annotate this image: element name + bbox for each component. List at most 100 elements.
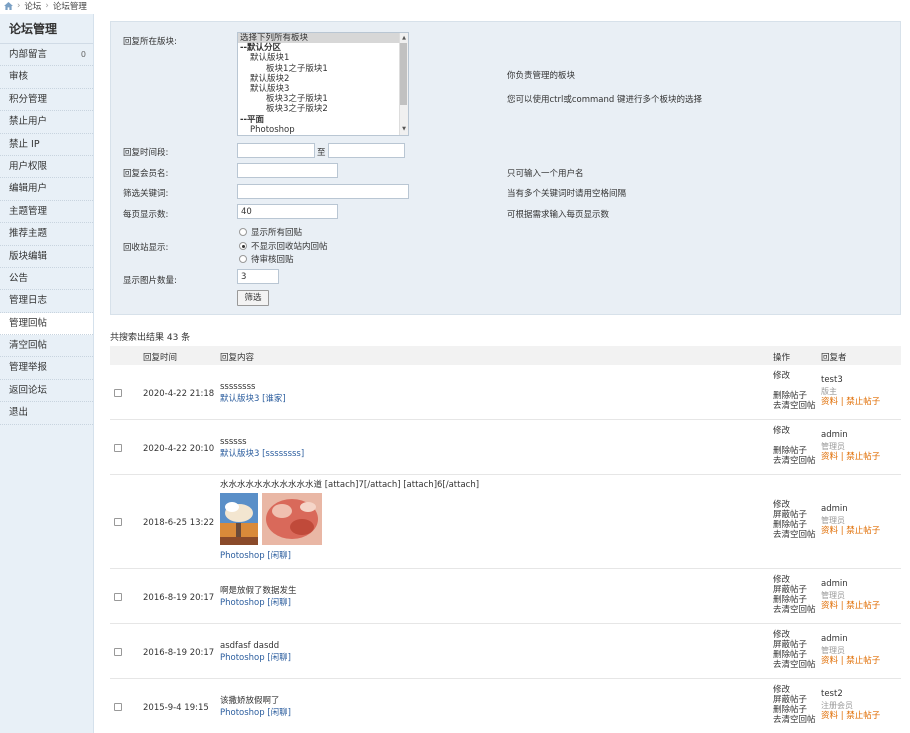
ban-post-link[interactable]: 禁止帖子 — [846, 452, 880, 462]
sidebar-item-credits[interactable]: 积分管理 — [0, 89, 93, 112]
reply-text[interactable]: ssssssss — [220, 382, 286, 393]
clear-reply-link[interactable]: 去清空回帖 — [773, 530, 816, 540]
sidebar-item-messages[interactable]: 内部留言 0 — [0, 44, 93, 67]
sidebar-item-clear-replies[interactable]: 清空回帖 — [0, 335, 93, 358]
reply-text[interactable]: 水水水水水水水水水水水道 [attach]7[/attach] [attach]… — [220, 480, 479, 491]
forum-select[interactable]: 选择下列所有板块 --默认分区 默认版块1 板块1之子版块1 默认版块2 默认版… — [237, 32, 409, 136]
reply-forum-link[interactable]: Photoshop [闲聊] — [220, 550, 479, 562]
sidebar-item-ban-ip[interactable]: 禁止 IP — [0, 134, 93, 156]
delete-post-link[interactable]: 删除帖子 — [773, 595, 816, 605]
scroll-thumb[interactable] — [400, 43, 407, 105]
sidebar-item-edit-user[interactable]: 编辑用户 — [0, 178, 93, 201]
sidebar-item-announce[interactable]: 公告 — [0, 268, 93, 291]
block-post-link[interactable]: 屏蔽帖子 — [773, 695, 816, 705]
breadcrumb-forum[interactable]: 论坛 — [24, 0, 41, 12]
ban-post-link[interactable]: 禁止帖子 — [846, 397, 880, 407]
row-checkbox[interactable] — [114, 444, 122, 452]
forum-option[interactable]: 默认版块3 — [238, 84, 408, 94]
time-start-input[interactable] — [237, 143, 315, 158]
delete-post-link[interactable]: 删除帖子 — [773, 391, 816, 401]
reply-text[interactable]: 啊是放假了数据发生 — [220, 586, 297, 597]
profile-link[interactable]: 资料 — [821, 526, 838, 536]
user-name[interactable]: test2 — [821, 689, 880, 700]
member-input[interactable] — [237, 163, 338, 178]
forum-option[interactable]: 选择下列所有板块 — [238, 33, 408, 44]
reply-forum-link[interactable]: 默认版块3 [ssssssss] — [220, 449, 304, 459]
edit-link[interactable]: 修改 — [773, 685, 816, 695]
sidebar-item-replies[interactable]: 管理回帖 — [0, 312, 93, 336]
ban-post-link[interactable]: 禁止帖子 — [846, 526, 880, 536]
profile-link[interactable]: 资料 — [821, 397, 838, 407]
clear-reply-link[interactable]: 去清空回帖 — [773, 715, 816, 725]
forum-option[interactable]: 板块3之子版块2 — [238, 104, 408, 114]
reply-text[interactable]: asdfasf dasdd — [220, 641, 291, 652]
scroll-down-icon[interactable]: ▼ — [402, 126, 406, 132]
delete-post-link[interactable]: 删除帖子 — [773, 446, 816, 456]
reply-forum-link[interactable]: Photoshop [闲聊] — [220, 598, 291, 608]
reply-forum-link[interactable]: 默认版块3 [谁家] — [220, 394, 286, 404]
sidebar-item-recommend[interactable]: 推荐主题 — [0, 223, 93, 246]
delete-post-link[interactable]: 删除帖子 — [773, 705, 816, 715]
sidebar-item-logs[interactable]: 管理日志 — [0, 290, 93, 313]
sidebar-item-threads[interactable]: 主题管理 — [0, 201, 93, 224]
user-name[interactable]: admin — [821, 579, 880, 590]
ban-post-link[interactable]: 禁止帖子 — [846, 656, 880, 666]
forum-option[interactable]: 默认版块2 — [238, 74, 408, 84]
scroll-up-icon[interactable]: ▲ — [402, 35, 406, 41]
image-count-input[interactable]: 3 — [237, 269, 279, 284]
sidebar-item-back[interactable]: 返回论坛 — [0, 380, 93, 403]
radio-button[interactable] — [239, 242, 247, 250]
user-name[interactable]: admin — [821, 504, 880, 515]
recycle-option-exclude[interactable]: 不显示回收站内回帖 — [239, 240, 328, 252]
profile-link[interactable]: 资料 — [821, 711, 838, 721]
ban-post-link[interactable]: 禁止帖子 — [846, 711, 880, 721]
recycle-option-pending[interactable]: 待审核回贴 — [239, 253, 294, 265]
row-checkbox[interactable] — [114, 648, 122, 656]
sidebar-item-moderate[interactable]: 审核 — [0, 66, 93, 89]
profile-link[interactable]: 资料 — [821, 601, 838, 611]
row-checkbox[interactable] — [114, 518, 122, 526]
edit-link[interactable]: 修改 — [773, 630, 816, 640]
edit-link[interactable]: 修改 — [773, 371, 816, 381]
reply-text[interactable]: 该撒娇放假啊了 — [220, 696, 291, 707]
block-post-link[interactable]: 屏蔽帖子 — [773, 640, 816, 650]
attachment-image[interactable] — [262, 493, 322, 545]
reply-forum-link[interactable]: Photoshop [闲聊] — [220, 708, 291, 718]
reply-text[interactable]: ssssss — [220, 437, 304, 448]
perpage-input[interactable]: 40 — [237, 204, 338, 219]
delete-post-link[interactable]: 删除帖子 — [773, 520, 816, 530]
user-name[interactable]: admin — [821, 634, 880, 645]
delete-post-link[interactable]: 删除帖子 — [773, 650, 816, 660]
radio-button[interactable] — [239, 255, 247, 263]
recycle-option-all[interactable]: 显示所有回贴 — [239, 226, 302, 238]
forum-option[interactable]: --默认分区 — [238, 43, 408, 53]
clear-reply-link[interactable]: 去清空回帖 — [773, 605, 816, 615]
forum-option[interactable]: 板块1之子版块1 — [238, 64, 408, 74]
clear-reply-link[interactable]: 去清空回帖 — [773, 401, 816, 411]
filter-submit-button[interactable]: 筛选 — [237, 290, 269, 306]
user-name[interactable]: test3 — [821, 375, 880, 386]
keyword-input[interactable] — [237, 184, 409, 199]
row-checkbox[interactable] — [114, 389, 122, 397]
profile-link[interactable]: 资料 — [821, 656, 838, 666]
attachment-image[interactable] — [220, 493, 258, 545]
radio-button[interactable] — [239, 228, 247, 236]
sidebar-item-logout[interactable]: 退出 — [0, 402, 93, 425]
home-icon[interactable] — [4, 2, 13, 10]
forum-option[interactable]: 板块3之子版块1 — [238, 94, 408, 104]
clear-reply-link[interactable]: 去清空回帖 — [773, 456, 816, 466]
edit-link[interactable]: 修改 — [773, 575, 816, 585]
forum-option[interactable]: Photoshop — [238, 125, 408, 135]
sidebar-item-ban-user[interactable]: 禁止用户 — [0, 111, 93, 134]
sidebar-item-permissions[interactable]: 用户权限 — [0, 156, 93, 179]
edit-link[interactable]: 修改 — [773, 426, 816, 436]
block-post-link[interactable]: 屏蔽帖子 — [773, 585, 816, 595]
block-post-link[interactable]: 屏蔽帖子 — [773, 510, 816, 520]
sidebar-item-reports[interactable]: 管理举报 — [0, 357, 93, 380]
ban-post-link[interactable]: 禁止帖子 — [846, 601, 880, 611]
forum-option[interactable]: --平面 — [238, 115, 408, 125]
edit-link[interactable]: 修改 — [773, 500, 816, 510]
time-end-input[interactable] — [328, 143, 405, 158]
user-name[interactable]: admin — [821, 430, 880, 441]
sidebar-item-forum-edit[interactable]: 版块编辑 — [0, 246, 93, 268]
